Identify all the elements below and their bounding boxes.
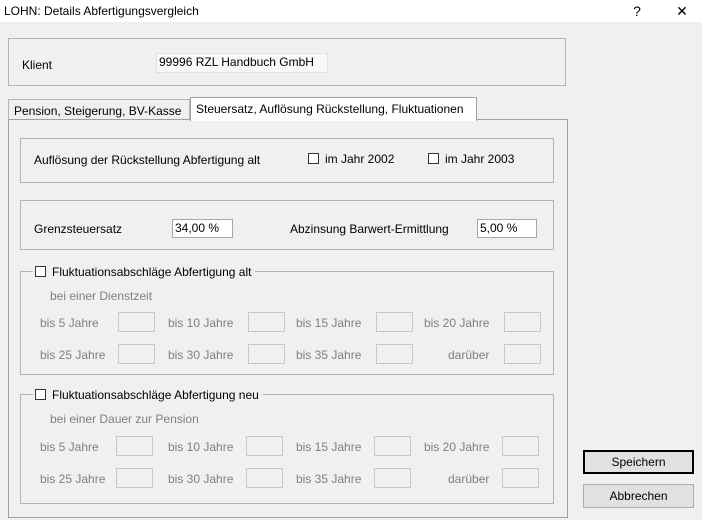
neu-label-15: bis 15 Jahre bbox=[296, 440, 362, 454]
alt-label-10: bis 10 Jahre bbox=[168, 316, 234, 330]
fluktuation-neu-title: Fluktuationsabschläge Abfertigung neu bbox=[52, 388, 259, 402]
neu-label-10: bis 10 Jahre bbox=[168, 440, 234, 454]
label-jahr-2003: im Jahr 2003 bbox=[445, 152, 515, 166]
neu-input-35[interactable] bbox=[374, 468, 411, 488]
alt-input-35[interactable] bbox=[376, 344, 413, 364]
tab-pension[interactable]: Pension, Steigerung, BV-Kasse bbox=[8, 99, 190, 121]
alt-input-5[interactable] bbox=[118, 312, 155, 332]
alt-label-20: bis 20 Jahre bbox=[424, 316, 490, 330]
cancel-button[interactable]: Abbrechen bbox=[583, 484, 694, 508]
fluktuation-neu-subtitle: bei einer Dauer zur Pension bbox=[50, 412, 199, 426]
client-label: Klient bbox=[22, 58, 53, 72]
checkbox-fluktuation-alt[interactable] bbox=[35, 266, 46, 277]
alt-input-25[interactable] bbox=[118, 344, 155, 364]
alt-input-30[interactable] bbox=[248, 344, 285, 364]
neu-label-5: bis 5 Jahre bbox=[40, 440, 99, 454]
checkbox-jahr-2002[interactable] bbox=[308, 153, 319, 164]
label-jahr-2002: im Jahr 2002 bbox=[325, 152, 395, 166]
neu-input-25[interactable] bbox=[116, 468, 153, 488]
alt-label-30: bis 30 Jahre bbox=[168, 348, 234, 362]
close-icon: ✕ bbox=[676, 3, 688, 19]
abzinsung-input[interactable]: 5,00 % bbox=[477, 219, 537, 238]
fluktuation-alt-title: Fluktuationsabschläge Abfertigung alt bbox=[52, 265, 252, 279]
checkbox-jahr-2003[interactable] bbox=[428, 153, 439, 164]
alt-label-35: bis 35 Jahre bbox=[296, 348, 362, 362]
save-button[interactable]: Speichern bbox=[583, 450, 694, 474]
abzinsung-label: Abzinsung Barwert-Ermittlung bbox=[290, 222, 449, 236]
alt-label-15: bis 15 Jahre bbox=[296, 316, 362, 330]
tab-content: Auflösung der Rückstellung Abfertigung a… bbox=[8, 119, 568, 518]
fluktuation-alt-header: Fluktuationsabschläge Abfertigung alt bbox=[33, 265, 256, 279]
neu-input-30[interactable] bbox=[246, 468, 283, 488]
help-button[interactable]: ? bbox=[617, 1, 657, 21]
fluktuation-neu-header: Fluktuationsabschläge Abfertigung neu bbox=[33, 388, 263, 402]
window-title: LOHN: Details Abfertigungsvergleich bbox=[4, 4, 199, 18]
fluktuation-alt-subtitle: bei einer Dienstzeit bbox=[50, 289, 153, 303]
neu-label-20: bis 20 Jahre bbox=[424, 440, 490, 454]
tab-steuersatz[interactable]: Steuersatz, Auflösung Rückstellung, Fluk… bbox=[190, 97, 477, 121]
neu-label-darueber: darüber bbox=[448, 472, 490, 486]
neu-input-darueber[interactable] bbox=[502, 468, 539, 488]
close-button[interactable]: ✕ bbox=[662, 1, 702, 21]
alt-label-25: bis 25 Jahre bbox=[40, 348, 106, 362]
alt-input-darueber[interactable] bbox=[504, 344, 541, 364]
neu-input-15[interactable] bbox=[374, 436, 411, 456]
alt-input-10[interactable] bbox=[248, 312, 285, 332]
alt-input-20[interactable] bbox=[504, 312, 541, 332]
client-value: 99996 RZL Handbuch GmbH bbox=[156, 53, 328, 73]
alt-label-darueber: darüber bbox=[448, 348, 490, 362]
checkbox-fluktuation-neu[interactable] bbox=[35, 389, 46, 400]
aufloesung-label: Auflösung der Rückstellung Abfertigung a… bbox=[34, 153, 261, 167]
neu-label-25: bis 25 Jahre bbox=[40, 472, 106, 486]
alt-label-5: bis 5 Jahre bbox=[40, 316, 99, 330]
grenzsteuersatz-label: Grenzsteuersatz bbox=[34, 222, 123, 236]
neu-input-5[interactable] bbox=[116, 436, 153, 456]
grenzsteuersatz-input[interactable]: 34,00 % bbox=[172, 219, 233, 238]
neu-input-20[interactable] bbox=[502, 436, 539, 456]
neu-label-30: bis 30 Jahre bbox=[168, 472, 234, 486]
neu-label-35: bis 35 Jahre bbox=[296, 472, 362, 486]
neu-input-10[interactable] bbox=[246, 436, 283, 456]
alt-input-15[interactable] bbox=[376, 312, 413, 332]
